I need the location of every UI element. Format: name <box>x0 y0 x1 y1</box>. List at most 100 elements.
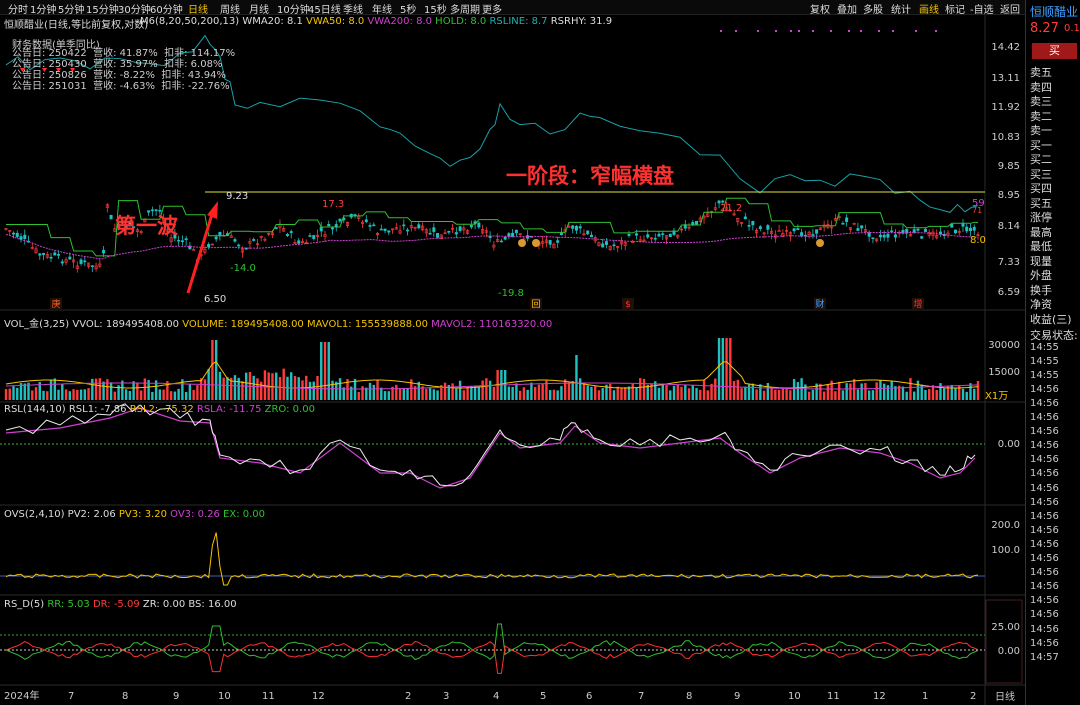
toolbar-item-16[interactable]: 更多 <box>482 1 502 16</box>
toolbar-item-2[interactable]: 5分钟 <box>58 1 84 16</box>
x-axis-label: 2024年 <box>4 689 39 702</box>
candle-body <box>454 232 458 235</box>
volume-bar <box>717 338 721 400</box>
buy-button[interactable]: 买 <box>1032 43 1077 59</box>
volume-bar <box>601 388 604 400</box>
volume-bar <box>642 378 646 400</box>
x-axis-label: 5 <box>540 691 546 702</box>
toolbar-right-6[interactable]: -自选 <box>970 1 994 16</box>
toolbar-item-11[interactable]: 季线 <box>343 1 363 16</box>
toolbar-item-10[interactable]: 45日线 <box>308 1 341 16</box>
volume-bar <box>16 387 19 400</box>
legend-item: OV3: 0.26 <box>170 509 224 520</box>
volume-bar <box>286 376 289 400</box>
volume-bar <box>789 390 792 400</box>
toolbar-item-3[interactable]: 15分钟 <box>86 1 119 16</box>
candle-body <box>634 233 638 236</box>
toolbar-item-14[interactable]: 15秒 <box>424 1 447 16</box>
volume-bar <box>290 372 293 400</box>
toolbar-right-7[interactable]: 返回 <box>1000 1 1020 16</box>
toolbar-right-2[interactable]: 多股 <box>863 1 883 16</box>
candle-body <box>406 229 410 232</box>
volume-bar <box>275 372 278 400</box>
candle-body <box>319 226 323 232</box>
last-price: 8.27 <box>1030 21 1059 36</box>
volume-bar <box>106 379 109 400</box>
volume-bar <box>762 390 766 400</box>
volume-bar <box>455 388 458 400</box>
candle-body <box>312 235 316 239</box>
volume-bar <box>875 382 878 400</box>
candle-body <box>916 228 920 231</box>
signal-dot <box>812 30 814 32</box>
toolbar-item-15[interactable]: 多周期 <box>450 1 480 16</box>
volume-bar <box>590 386 593 400</box>
volume-axis-label: 15000 <box>988 367 1020 378</box>
toolbar-right-4[interactable]: 画线 <box>919 1 939 16</box>
volume-bar <box>49 379 53 400</box>
legend-item: VOLUME: 189495408.00 <box>182 319 307 330</box>
volume-bar <box>635 387 638 400</box>
tick-time: 14:56 <box>1030 468 1059 480</box>
toolbar-item-4[interactable]: 30分钟 <box>118 1 151 16</box>
coin-icon <box>532 239 540 247</box>
toolbar-item-1[interactable]: 1分钟 <box>30 1 56 16</box>
volume-bar <box>834 391 837 400</box>
volume-bar <box>563 379 567 400</box>
toolbar-item-9[interactable]: 10分钟 <box>277 1 310 16</box>
volume-bar <box>511 386 514 400</box>
volume-bar <box>83 389 87 400</box>
toolbar-right-0[interactable]: 复权 <box>810 1 830 16</box>
volume-bar <box>845 383 848 400</box>
toolbar-right-1[interactable]: 叠加 <box>837 1 857 16</box>
volume-bar <box>282 368 285 400</box>
candle-body <box>331 227 335 230</box>
volume-bar <box>226 377 229 400</box>
period-label: 日线 <box>995 690 1015 703</box>
candle-body <box>893 234 897 238</box>
signal-dot <box>735 30 737 32</box>
candle-body <box>289 231 293 233</box>
candle-body <box>60 261 64 264</box>
candle-body <box>511 232 515 237</box>
volume-bar <box>387 391 390 400</box>
candle-body <box>657 233 661 237</box>
volume-bar <box>871 390 875 400</box>
volume-bar <box>852 379 856 400</box>
volume-bar <box>672 385 676 400</box>
candle-body <box>578 226 582 229</box>
signal-dot <box>915 30 917 32</box>
volume-bar <box>46 391 49 400</box>
volume-bar <box>109 382 113 400</box>
toolbar-item-8[interactable]: 月线 <box>249 1 269 16</box>
volume-bar <box>533 387 537 400</box>
candle-body <box>383 228 387 231</box>
candle-body <box>477 222 481 228</box>
toolbar-item-12[interactable]: 年线 <box>372 1 392 16</box>
volume-bar <box>162 389 165 400</box>
volume-bar <box>211 340 214 400</box>
volume-bar <box>222 377 225 400</box>
toolbar-item-0[interactable]: 分时 <box>8 1 28 16</box>
quote-panel: 恒顺醋业 8.27 0.13 买 卖五卖四卖三卖二卖一买一买二买三买四买五涨停最… <box>1025 0 1080 705</box>
volume-bar <box>368 382 372 400</box>
x-axis-label: 3 <box>443 691 449 702</box>
volume-bar <box>136 382 139 400</box>
toolbar-item-5[interactable]: 60分钟 <box>150 1 183 16</box>
candle-body <box>19 236 23 240</box>
legend-item: RR: 5.03 <box>47 599 93 610</box>
toolbar-item-7[interactable]: 周线 <box>220 1 240 16</box>
toolbar-right-3[interactable]: 统计 <box>891 1 911 16</box>
candle-body <box>968 227 972 231</box>
toolbar-right-5[interactable]: 标记 <box>945 1 965 16</box>
toolbar-item-6[interactable]: 日线 <box>188 1 208 16</box>
rsd-axis-label: 25.00 <box>991 622 1020 633</box>
candle-body <box>646 234 650 238</box>
volume-bar <box>954 387 957 400</box>
volume-bar <box>807 391 811 400</box>
coin-icon <box>518 239 526 247</box>
candle-body <box>428 232 432 235</box>
toolbar-item-13[interactable]: 5秒 <box>400 1 416 16</box>
candle-body <box>627 234 631 236</box>
volume-pane-legend: VOL_金(3,25) VVOL: 189495408.00 VOLUME: 1… <box>4 315 552 330</box>
